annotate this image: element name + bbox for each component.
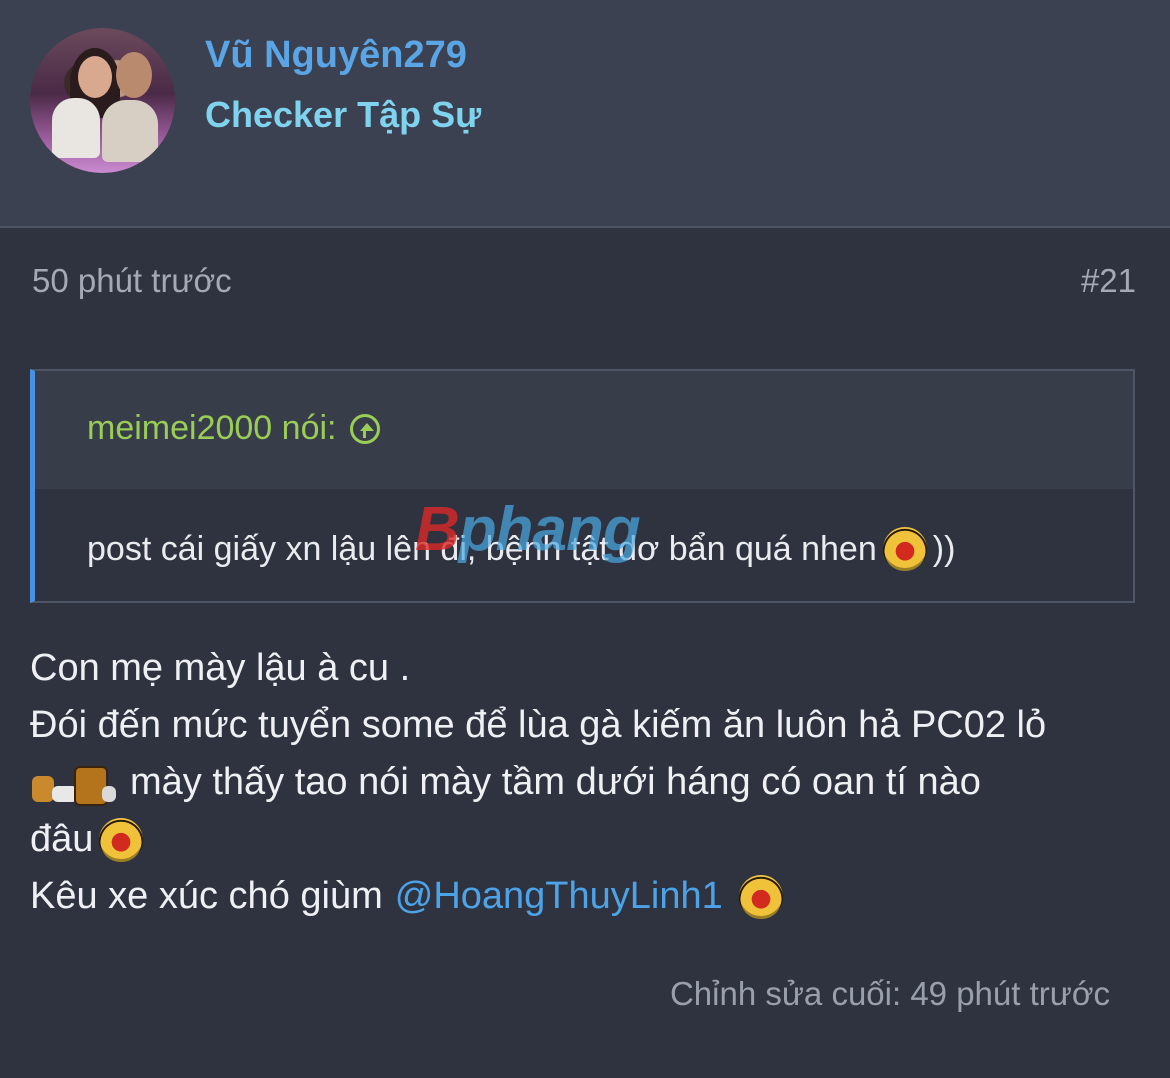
post-line-4: đâu bbox=[30, 818, 94, 860]
avatar-shirt-right bbox=[102, 100, 158, 162]
last-edited: Chỉnh sửa cuối: 49 phút trước bbox=[669, 975, 1110, 1012]
quote-author-label: meimei2000 nói: bbox=[87, 409, 337, 447]
post-number[interactable]: #21 bbox=[1081, 262, 1136, 300]
laughing-smiley-icon bbox=[738, 874, 783, 919]
post-line: Con mẹ mày lậu à cu . bbox=[30, 640, 1150, 697]
avatar[interactable] bbox=[30, 28, 175, 173]
avatar-shirt-left bbox=[52, 98, 100, 158]
laughing-smiley-icon bbox=[99, 817, 144, 862]
post-line: Đói đến mức tuyển some để lùa gà kiếm ăn… bbox=[30, 697, 1150, 754]
post-line: mày thấy tao nói mày tầm dưới háng có oa… bbox=[30, 754, 1150, 811]
post-line-5: Kêu xe xúc chó giùm bbox=[30, 875, 383, 917]
post-line: đâu bbox=[30, 811, 1150, 868]
arrow-up-circle-icon[interactable] bbox=[350, 413, 381, 444]
post-timestamp[interactable]: 50 phút trước bbox=[32, 262, 232, 300]
sticker-combo-icon bbox=[30, 760, 118, 806]
post-body: Con mẹ mày lậu à cu . Đói đến mức tuyển … bbox=[30, 640, 1150, 925]
quote-block: meimei2000 nói: post cái giấy xn lậu lên… bbox=[30, 369, 1135, 603]
post-line-1: Con mẹ mày lậu à cu . bbox=[30, 647, 411, 689]
quote-text-tail: )) bbox=[932, 529, 956, 568]
post-line-3: mày thấy tao nói mày tầm dưới háng có oa… bbox=[130, 761, 981, 803]
watermark-letter: B bbox=[415, 495, 460, 564]
username[interactable]: Vũ Nguyên279 bbox=[205, 34, 467, 77]
post-header: Vũ Nguyên279 Checker Tập Sự bbox=[0, 0, 1170, 228]
post-line-2: Đói đến mức tuyển some để lùa gà kiếm ăn… bbox=[30, 704, 1047, 746]
sticker-part bbox=[102, 785, 116, 802]
laughing-smiley-icon bbox=[882, 527, 927, 571]
user-title: Checker Tập Sự bbox=[205, 94, 482, 135]
post-line: Kêu xe xúc chó giùm @HoangThuyLinh1 bbox=[30, 868, 1150, 925]
sticker-part bbox=[32, 775, 54, 802]
watermark-text: phang bbox=[458, 495, 641, 564]
avatar-face-left bbox=[78, 56, 112, 98]
site-watermark: Bphang bbox=[415, 494, 641, 565]
quote-author[interactable]: meimei2000 nói: bbox=[87, 409, 381, 448]
quote-header: meimei2000 nói: bbox=[35, 371, 1133, 489]
avatar-face-right bbox=[116, 52, 152, 98]
user-mention-link[interactable]: @HoangThuyLinh1 bbox=[395, 868, 723, 925]
